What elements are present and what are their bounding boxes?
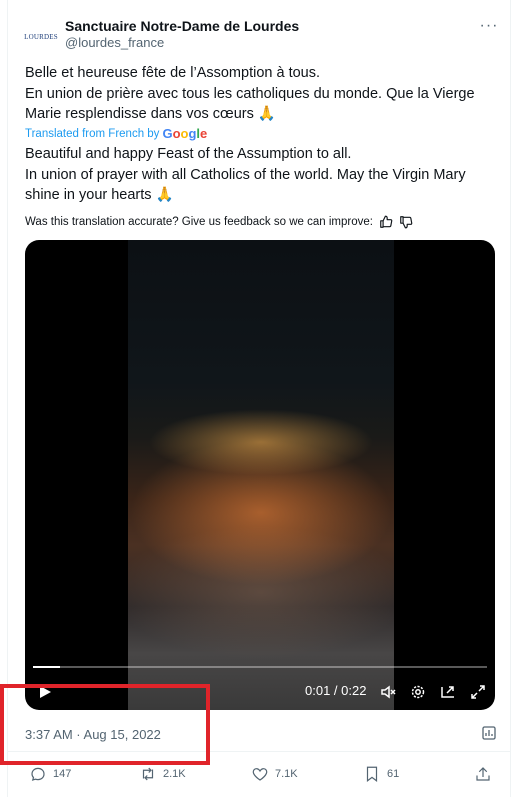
- volume-muted-icon[interactable]: [380, 684, 396, 700]
- picture-in-picture-icon[interactable]: [440, 684, 456, 700]
- highlight-box: [0, 684, 210, 765]
- translation-feedback: Was this translation accurate? Give us f…: [25, 215, 413, 229]
- share-icon: [476, 767, 490, 781]
- video-frame: [128, 240, 394, 710]
- account-handle[interactable]: @lourdes_france: [65, 35, 164, 51]
- feedback-prompt: Was this translation accurate? Give us f…: [25, 216, 373, 228]
- repost-icon: [142, 767, 154, 781]
- video-time: 0:01 / 0:22: [305, 683, 367, 698]
- settings-gear-icon[interactable]: [410, 684, 426, 700]
- translated-label: Translated from French by: [25, 127, 160, 140]
- video-progress-bar[interactable]: [33, 666, 487, 668]
- analytics-icon[interactable]: [481, 725, 497, 741]
- heart-icon: [252, 768, 268, 781]
- like-button[interactable]: 7.1K: [251, 765, 298, 783]
- avatar[interactable]: LOURDES: [24, 20, 58, 54]
- reply-icon: [31, 767, 45, 781]
- video-player[interactable]: 0:01 / 0:22: [25, 240, 495, 710]
- bookmark-count: 61: [387, 768, 400, 780]
- thumbs-up-icon[interactable]: [379, 215, 393, 229]
- reply-button[interactable]: 147: [29, 765, 71, 783]
- repost-count: 2.1K: [163, 768, 186, 780]
- more-options-icon[interactable]: ···: [479, 16, 499, 36]
- repost-button[interactable]: 2.1K: [139, 765, 186, 783]
- share-button[interactable]: [474, 765, 492, 783]
- reply-count: 147: [53, 768, 72, 780]
- fullscreen-icon[interactable]: [470, 684, 486, 700]
- google-logo: Google: [162, 126, 208, 141]
- bookmark-icon: [366, 766, 378, 782]
- like-count: 7.1K: [275, 768, 298, 780]
- video-progress-fill: [33, 666, 61, 668]
- tweet-original-text: Belle et heureuse fête de l’Assomption à…: [25, 65, 475, 122]
- thumbs-down-icon[interactable]: [399, 215, 413, 229]
- bookmark-button[interactable]: 61: [363, 765, 399, 783]
- tweet-translated-text: Beautiful and happy Feast of the Assumpt…: [25, 146, 466, 203]
- translation-attribution: Translated from French by Google: [25, 126, 207, 141]
- account-name[interactable]: Sanctuaire Notre-Dame de Lourdes: [65, 17, 299, 35]
